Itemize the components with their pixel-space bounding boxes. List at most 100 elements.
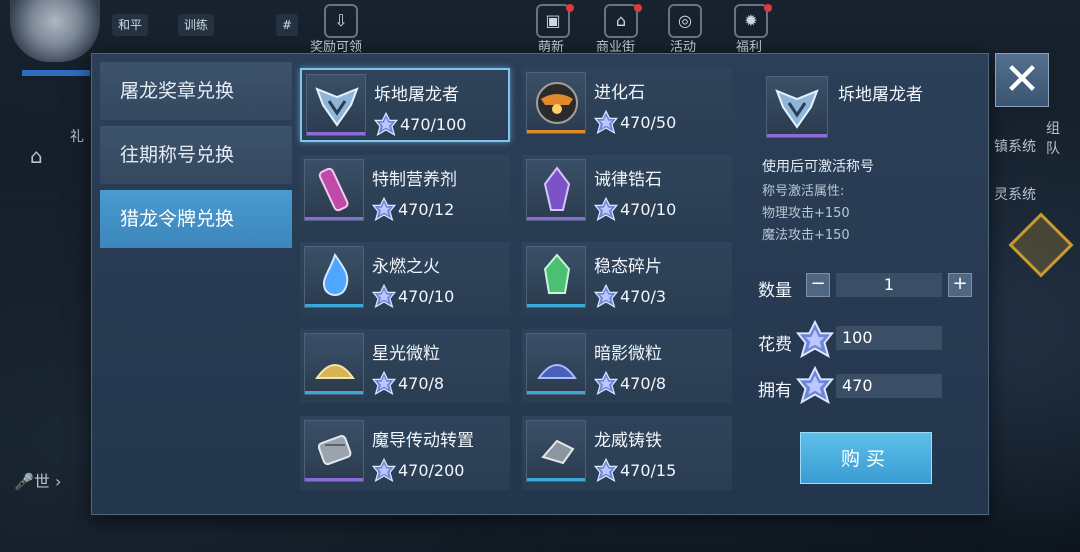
token-gem-icon — [372, 458, 396, 482]
quantity-minus-button[interactable]: − — [806, 273, 830, 297]
item-price-value: 470/50 — [620, 112, 677, 132]
rarity-bar — [305, 478, 363, 481]
gift-icon[interactable]: ✹ — [734, 4, 768, 38]
item-card[interactable]: 星光微粒 470/8 — [300, 329, 510, 403]
side-label-team-2[interactable]: 队 — [1046, 138, 1060, 158]
token-gem-icon — [372, 284, 396, 308]
detail-panel: 坼地屠龙者 使用后可激活称号 称号激活属性: 物理攻击+150 魔法攻击+150… — [748, 62, 980, 502]
attribute-physical: 物理攻击+150 — [762, 206, 850, 221]
item-price-value: 470/200 — [398, 460, 465, 480]
cost-label: 花费 — [758, 335, 792, 355]
notification-dot — [566, 4, 574, 12]
top-hud: 和平 训练 # ⇩ 奖励可领 ▣ 萌新 ⌂ 商业街 ◎ 活动 ✹ 福利 — [0, 0, 1080, 76]
item-card[interactable]: 特制营养剂 470/12 — [300, 155, 510, 229]
item-price: 470/10 — [372, 284, 454, 308]
cost-value: 100 — [836, 326, 942, 350]
side-label-team-1[interactable]: 组 — [1046, 118, 1060, 138]
item-price: 470/3 — [594, 284, 666, 308]
stable-shard-icon — [543, 253, 571, 294]
own-label: 拥有 — [758, 381, 792, 401]
item-price: 470/15 — [594, 458, 676, 482]
token-gem-icon — [594, 197, 618, 221]
quantity-plus-button[interactable]: + — [948, 273, 972, 297]
token-gem-icon — [374, 112, 398, 136]
item-thumbnail — [306, 74, 366, 136]
zircon-crystal-icon — [543, 166, 571, 211]
item-price-value: 470/100 — [400, 114, 467, 134]
close-button[interactable]: ✕ — [995, 53, 1049, 107]
item-price: 470/10 — [594, 197, 676, 221]
item-card[interactable]: 永燃之火 470/10 — [300, 242, 510, 316]
item-card[interactable]: 稳态碎片 470/3 — [522, 242, 732, 316]
side-label-town[interactable]: 镇系统 — [994, 136, 1036, 156]
tab-dragon-medal[interactable]: 屠龙奖章兑换 — [100, 62, 292, 120]
item-price-value: 470/12 — [398, 199, 455, 219]
item-thumbnail — [304, 159, 364, 221]
own-value: 470 — [836, 374, 942, 398]
detail-dragon-emblem-icon — [766, 76, 828, 138]
rarity-bar — [305, 217, 363, 220]
token-gem-icon — [796, 320, 834, 358]
item-grid: 坼地屠龙者 470/100 进化石 470/50 特制营养剂 470/12 诫律锆石 470/… — [300, 68, 736, 500]
rarity-bar — [527, 478, 585, 481]
item-name: 稳态碎片 — [594, 257, 662, 277]
dragon-emblem-icon — [315, 87, 359, 127]
quantity-label: 数量 — [758, 281, 792, 301]
item-price: 470/50 — [594, 110, 676, 134]
item-thumbnail — [526, 246, 586, 308]
item-price-value: 470/15 — [620, 460, 677, 480]
item-price: 470/200 — [372, 458, 464, 482]
quantity-input[interactable]: 1 — [836, 273, 942, 297]
attribute-magic: 魔法攻击+150 — [762, 228, 850, 243]
chip-peace[interactable]: 和平 — [112, 14, 149, 36]
item-card[interactable]: 魔导传动转置 470/200 — [300, 416, 510, 490]
token-gem-icon — [594, 371, 618, 395]
rarity-bar — [305, 391, 363, 394]
item-price: 470/12 — [372, 197, 454, 221]
side-label-gift: 礼 — [70, 129, 84, 145]
download-icon[interactable]: ⇩ — [324, 4, 358, 38]
detail-item-name: 坼地屠龙者 — [838, 85, 923, 105]
item-name: 暗影微粒 — [594, 344, 662, 364]
nutrient-vial-icon — [318, 167, 349, 212]
item-card[interactable]: 龙威铸铁 470/15 — [522, 416, 732, 490]
rarity-bar — [527, 217, 585, 220]
eternal-flame-icon — [323, 252, 349, 296]
item-name: 龙威铸铁 — [594, 431, 662, 451]
star-dust-icon — [315, 364, 355, 379]
home-icon[interactable]: ⌂ — [30, 144, 43, 168]
item-thumbnail — [526, 333, 586, 395]
evolution-stone-icon — [536, 82, 578, 124]
dragon-iron-icon — [541, 439, 575, 465]
exchange-tabs: 屠龙奖章兑换 往期称号兑换 猎龙令牌兑换 — [100, 62, 292, 254]
buy-button[interactable]: 购买 — [800, 432, 932, 484]
token-gem-icon — [594, 284, 618, 308]
item-price: 470/8 — [372, 371, 444, 395]
chat-world[interactable]: 🎤世 › — [14, 468, 61, 492]
item-thumbnail — [526, 72, 586, 134]
item-card[interactable]: 暗影微粒 470/8 — [522, 329, 732, 403]
item-card[interactable]: 诫律锆石 470/10 — [522, 155, 732, 229]
tab-dragon-token[interactable]: 猎龙令牌兑换 — [100, 190, 292, 248]
item-name: 诫律锆石 — [594, 170, 662, 190]
side-label-spirit[interactable]: 灵系统 — [994, 184, 1036, 204]
shop-icon[interactable]: ⌂ — [604, 4, 638, 38]
item-name: 魔导传动转置 — [372, 431, 474, 451]
token-gem-icon — [372, 197, 396, 221]
balloon-icon[interactable]: ◎ — [668, 4, 702, 38]
item-name: 特制营养剂 — [372, 170, 457, 190]
item-card[interactable]: 进化石 470/50 — [522, 68, 732, 142]
item-price-value: 470/10 — [398, 286, 455, 306]
item-card[interactable]: 坼地屠龙者 470/100 — [300, 68, 510, 142]
chip-training[interactable]: 训练 — [178, 14, 215, 36]
chip-hash[interactable]: # — [276, 14, 299, 36]
tab-past-title[interactable]: 往期称号兑换 — [100, 126, 292, 184]
item-name: 坼地屠龙者 — [374, 85, 459, 105]
rarity-bar — [305, 304, 363, 307]
item-thumbnail — [304, 420, 364, 482]
bag-icon[interactable]: ▣ — [536, 4, 570, 38]
token-gem-icon — [594, 458, 618, 482]
shadow-dust-icon — [537, 364, 577, 379]
close-icon: ✕ — [1003, 54, 1041, 105]
rarity-bar — [527, 304, 585, 307]
